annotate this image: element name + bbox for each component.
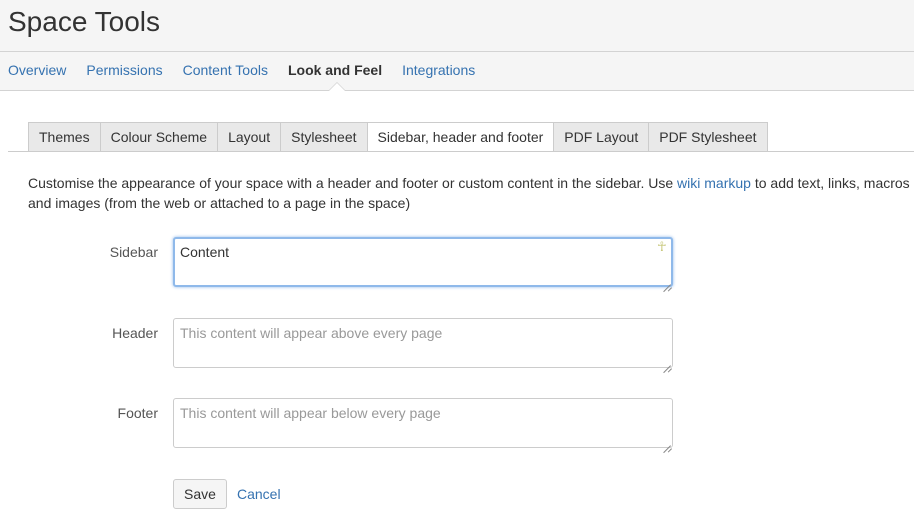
tab-sidebar-header-footer[interactable]: Sidebar, header and footer: [367, 122, 555, 152]
space-tools-nav: Overview Permissions Content Tools Look …: [8, 62, 495, 78]
tab-stylesheet[interactable]: Stylesheet: [281, 122, 368, 152]
nav-integrations[interactable]: Integrations: [402, 62, 475, 78]
look-and-feel-tabs: Themes Colour Scheme Layout Stylesheet S…: [28, 122, 768, 152]
ankh-icon: ☥: [657, 239, 667, 254]
save-button[interactable]: Save: [173, 479, 227, 509]
header-label: Header: [112, 325, 158, 341]
cancel-link[interactable]: Cancel: [237, 486, 281, 502]
tab-pdf-stylesheet[interactable]: PDF Stylesheet: [649, 122, 768, 152]
description-before-link: Customise the appearance of your space w…: [28, 175, 678, 191]
sidebar-resize-handle[interactable]: [663, 277, 671, 285]
footer-field[interactable]: [173, 398, 673, 448]
nav-content-tools[interactable]: Content Tools: [183, 62, 268, 78]
title-divider: [0, 51, 914, 52]
tab-colour-scheme[interactable]: Colour Scheme: [100, 122, 219, 152]
sidebar-label: Sidebar: [109, 244, 158, 260]
nav-look-and-feel[interactable]: Look and Feel: [288, 62, 382, 78]
active-nav-indicator: [329, 83, 345, 91]
footer-resize-handle[interactable]: [663, 438, 671, 446]
tab-themes[interactable]: Themes: [28, 122, 101, 152]
header-field[interactable]: [173, 318, 673, 368]
header-resize-handle[interactable]: [663, 358, 671, 366]
nav-permissions[interactable]: Permissions: [86, 62, 162, 78]
sidebar-field[interactable]: Content: [173, 237, 673, 287]
footer-label: Footer: [117, 405, 158, 421]
nav-overview[interactable]: Overview: [8, 62, 66, 78]
description-text: Customise the appearance of your space w…: [28, 173, 914, 213]
tab-pdf-layout[interactable]: PDF Layout: [554, 122, 650, 152]
tabs-divider: [8, 151, 914, 152]
wiki-markup-link[interactable]: wiki markup: [677, 175, 751, 191]
page-title: Space Tools: [8, 6, 161, 37]
tab-layout[interactable]: Layout: [218, 122, 282, 152]
